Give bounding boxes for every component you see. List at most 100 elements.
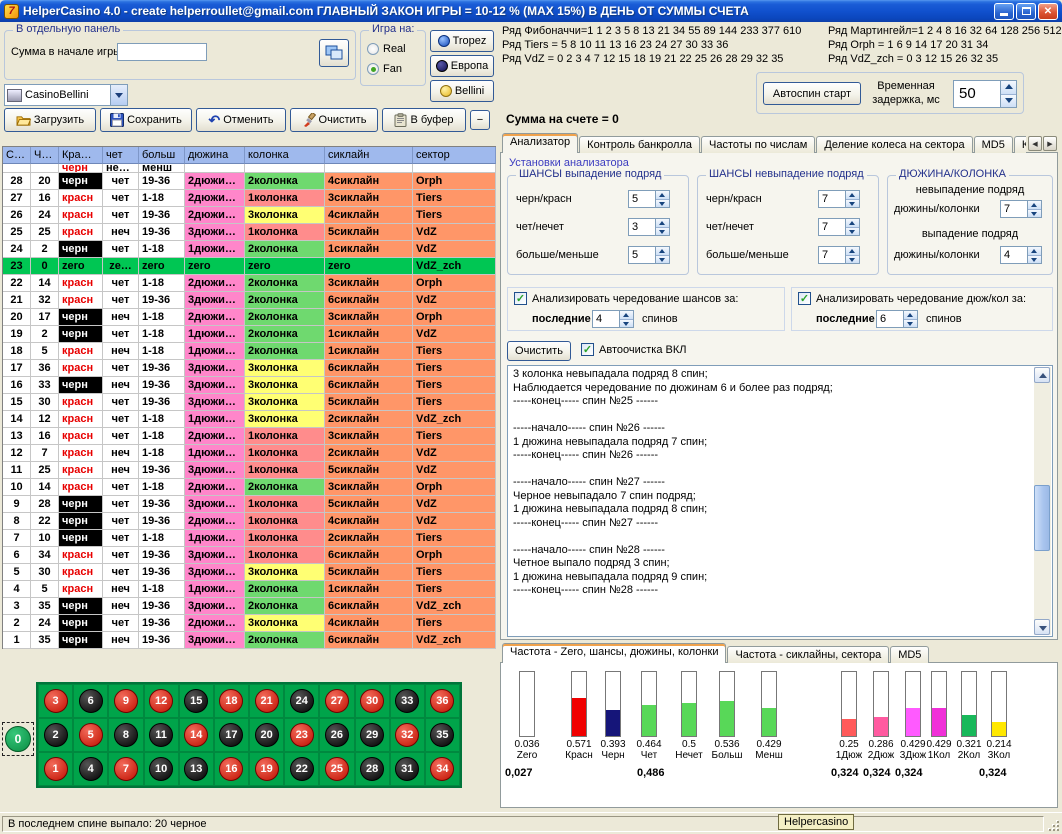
maximize-button[interactable]: [1016, 3, 1036, 20]
board-number-30[interactable]: 30: [360, 689, 384, 713]
log-scrollbar[interactable]: [1034, 367, 1051, 635]
casino-combobox[interactable]: CasinoBellini: [4, 84, 128, 106]
spin-up-button[interactable]: [846, 219, 859, 228]
board-number-28[interactable]: 28: [360, 757, 384, 781]
main-tab-6[interactable]: Ко: [1014, 136, 1026, 153]
board-number-7[interactable]: 7: [114, 757, 138, 781]
board-number-12[interactable]: 12: [149, 689, 173, 713]
tab-scroll-left-button[interactable]: [1028, 136, 1042, 151]
spin-up-button[interactable]: [1028, 247, 1041, 256]
europa-button[interactable]: Европа: [430, 55, 494, 77]
board-number-35[interactable]: 35: [430, 723, 454, 747]
close-button[interactable]: [1038, 3, 1058, 20]
spin-up-button[interactable]: [656, 247, 669, 256]
freq-tab-1[interactable]: Частота - Zero, шансы, дюжины, колонки: [502, 643, 726, 663]
board-number-25[interactable]: 25: [325, 757, 349, 781]
board-number-6[interactable]: 6: [79, 689, 103, 713]
spin-up-button[interactable]: [656, 219, 669, 228]
scroll-down-button[interactable]: [1034, 619, 1050, 635]
board-number-13[interactable]: 13: [184, 757, 208, 781]
board-number-22[interactable]: 22: [290, 757, 314, 781]
board-number-2[interactable]: 2: [44, 723, 68, 747]
clear-log-button[interactable]: Очистить: [507, 341, 571, 361]
to-buffer-button[interactable]: В буфер: [382, 108, 466, 132]
frequency-tabs[interactable]: Частота - Zero, шансы, дюжины, колонкиЧа…: [502, 642, 1056, 663]
spin-down-button[interactable]: [656, 228, 669, 236]
scroll-thumb[interactable]: [1034, 485, 1050, 551]
scroll-up-button[interactable]: [1034, 367, 1050, 383]
board-number-14[interactable]: 14: [184, 723, 208, 747]
main-tab-4[interactable]: Деление колеса на сектора: [816, 136, 972, 153]
board-number-4[interactable]: 4: [79, 757, 103, 781]
spin-control[interactable]: 7: [1000, 200, 1042, 218]
spin-up-button[interactable]: [904, 311, 917, 320]
spin-down-button[interactable]: [620, 320, 633, 328]
radio-real[interactable]: Real: [367, 43, 406, 55]
main-tab-1[interactable]: Анализатор: [502, 133, 578, 153]
spin-control[interactable]: 5: [628, 246, 670, 264]
board-number-24[interactable]: 24: [290, 689, 314, 713]
spin-control[interactable]: 5: [628, 190, 670, 208]
spin-up-button[interactable]: [1001, 81, 1016, 95]
board-number-8[interactable]: 8: [114, 723, 138, 747]
spin-down-button[interactable]: [846, 256, 859, 264]
board-number-10[interactable]: 10: [149, 757, 173, 781]
analyze-chances-checkbox[interactable]: [514, 292, 527, 305]
main-tab-2[interactable]: Контроль банкролла: [579, 136, 700, 153]
save-button[interactable]: Сохранить: [100, 108, 192, 132]
spin-up-button[interactable]: [846, 247, 859, 256]
spin-down-button[interactable]: [846, 228, 859, 236]
spin-up-button[interactable]: [846, 191, 859, 200]
spin-down-button[interactable]: [656, 256, 669, 264]
board-number-23[interactable]: 23: [290, 723, 314, 747]
main-tabs[interactable]: АнализаторКонтроль банкроллаЧастоты по ч…: [502, 132, 1026, 153]
board-number-15[interactable]: 15: [184, 689, 208, 713]
main-tab-5[interactable]: MD5: [974, 136, 1013, 153]
spin-control[interactable]: 7: [818, 218, 860, 236]
board-number-18[interactable]: 18: [219, 689, 243, 713]
board-number-32[interactable]: 32: [395, 723, 419, 747]
spin-up-button[interactable]: [620, 311, 633, 320]
analyze-dozen-checkbox[interactable]: [798, 292, 811, 305]
load-button[interactable]: Загрузить: [4, 108, 96, 132]
board-number-17[interactable]: 17: [219, 723, 243, 747]
spin-control[interactable]: 50: [953, 80, 1017, 108]
spin-down-button[interactable]: [846, 200, 859, 208]
board-number-20[interactable]: 20: [255, 723, 279, 747]
board-number-29[interactable]: 29: [360, 723, 384, 747]
spin-down-button[interactable]: [904, 320, 917, 328]
board-number-16[interactable]: 16: [219, 757, 243, 781]
start-sum-input[interactable]: [117, 43, 207, 61]
autoclear-checkbox[interactable]: [581, 343, 594, 356]
spin-control[interactable]: 6: [876, 310, 918, 328]
spin-control[interactable]: 7: [818, 246, 860, 264]
minimize-button[interactable]: [994, 3, 1014, 20]
spin-control[interactable]: 4: [1000, 246, 1042, 264]
tab-scroll-right-button[interactable]: [1043, 136, 1057, 151]
board-number-19[interactable]: 19: [255, 757, 279, 781]
board-number-33[interactable]: 33: [395, 689, 419, 713]
board-number-5[interactable]: 5: [79, 723, 103, 747]
board-number-21[interactable]: 21: [255, 689, 279, 713]
board-number-36[interactable]: 36: [430, 689, 454, 713]
undo-button[interactable]: ↶Отменить: [196, 108, 286, 132]
spin-control[interactable]: 3: [628, 218, 670, 236]
autospin-start-button[interactable]: Автоспин старт: [763, 82, 861, 105]
board-number-11[interactable]: 11: [149, 723, 173, 747]
analyzer-log[interactable]: 3 колонка невыпадала подряд 8 спин;Наблю…: [507, 365, 1053, 637]
tropez-button[interactable]: Tropez: [430, 30, 494, 52]
spin-up-button[interactable]: [656, 191, 669, 200]
main-tab-3[interactable]: Частоты по числам: [701, 136, 815, 153]
collapse-button[interactable]: −: [470, 110, 490, 130]
freq-tab-2[interactable]: Частота - сиклайны, сектора: [727, 646, 889, 663]
radio-fan[interactable]: Fan: [367, 63, 402, 75]
zero-cell[interactable]: 0: [2, 722, 34, 756]
board-number-31[interactable]: 31: [395, 757, 419, 781]
spin-control[interactable]: 7: [818, 190, 860, 208]
spin-up-button[interactable]: [1028, 201, 1041, 210]
bellini-button[interactable]: Bellini: [430, 80, 494, 102]
board-number-34[interactable]: 34: [430, 757, 454, 781]
board-number-27[interactable]: 27: [325, 689, 349, 713]
spin-down-button[interactable]: [1028, 256, 1041, 264]
freq-tab-3[interactable]: MD5: [890, 646, 929, 663]
